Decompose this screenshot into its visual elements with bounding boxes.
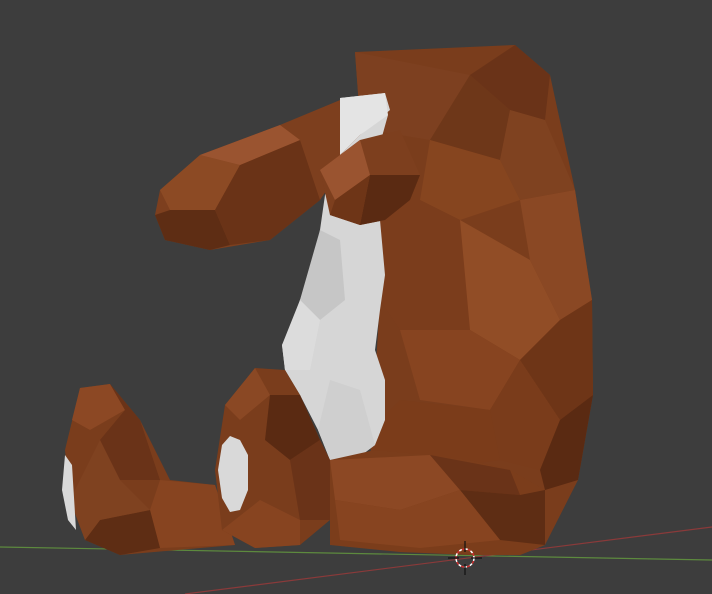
left-leg: [65, 384, 235, 555]
3d-viewport[interactable]: [0, 0, 712, 594]
bear-model[interactable]: [62, 45, 593, 555]
